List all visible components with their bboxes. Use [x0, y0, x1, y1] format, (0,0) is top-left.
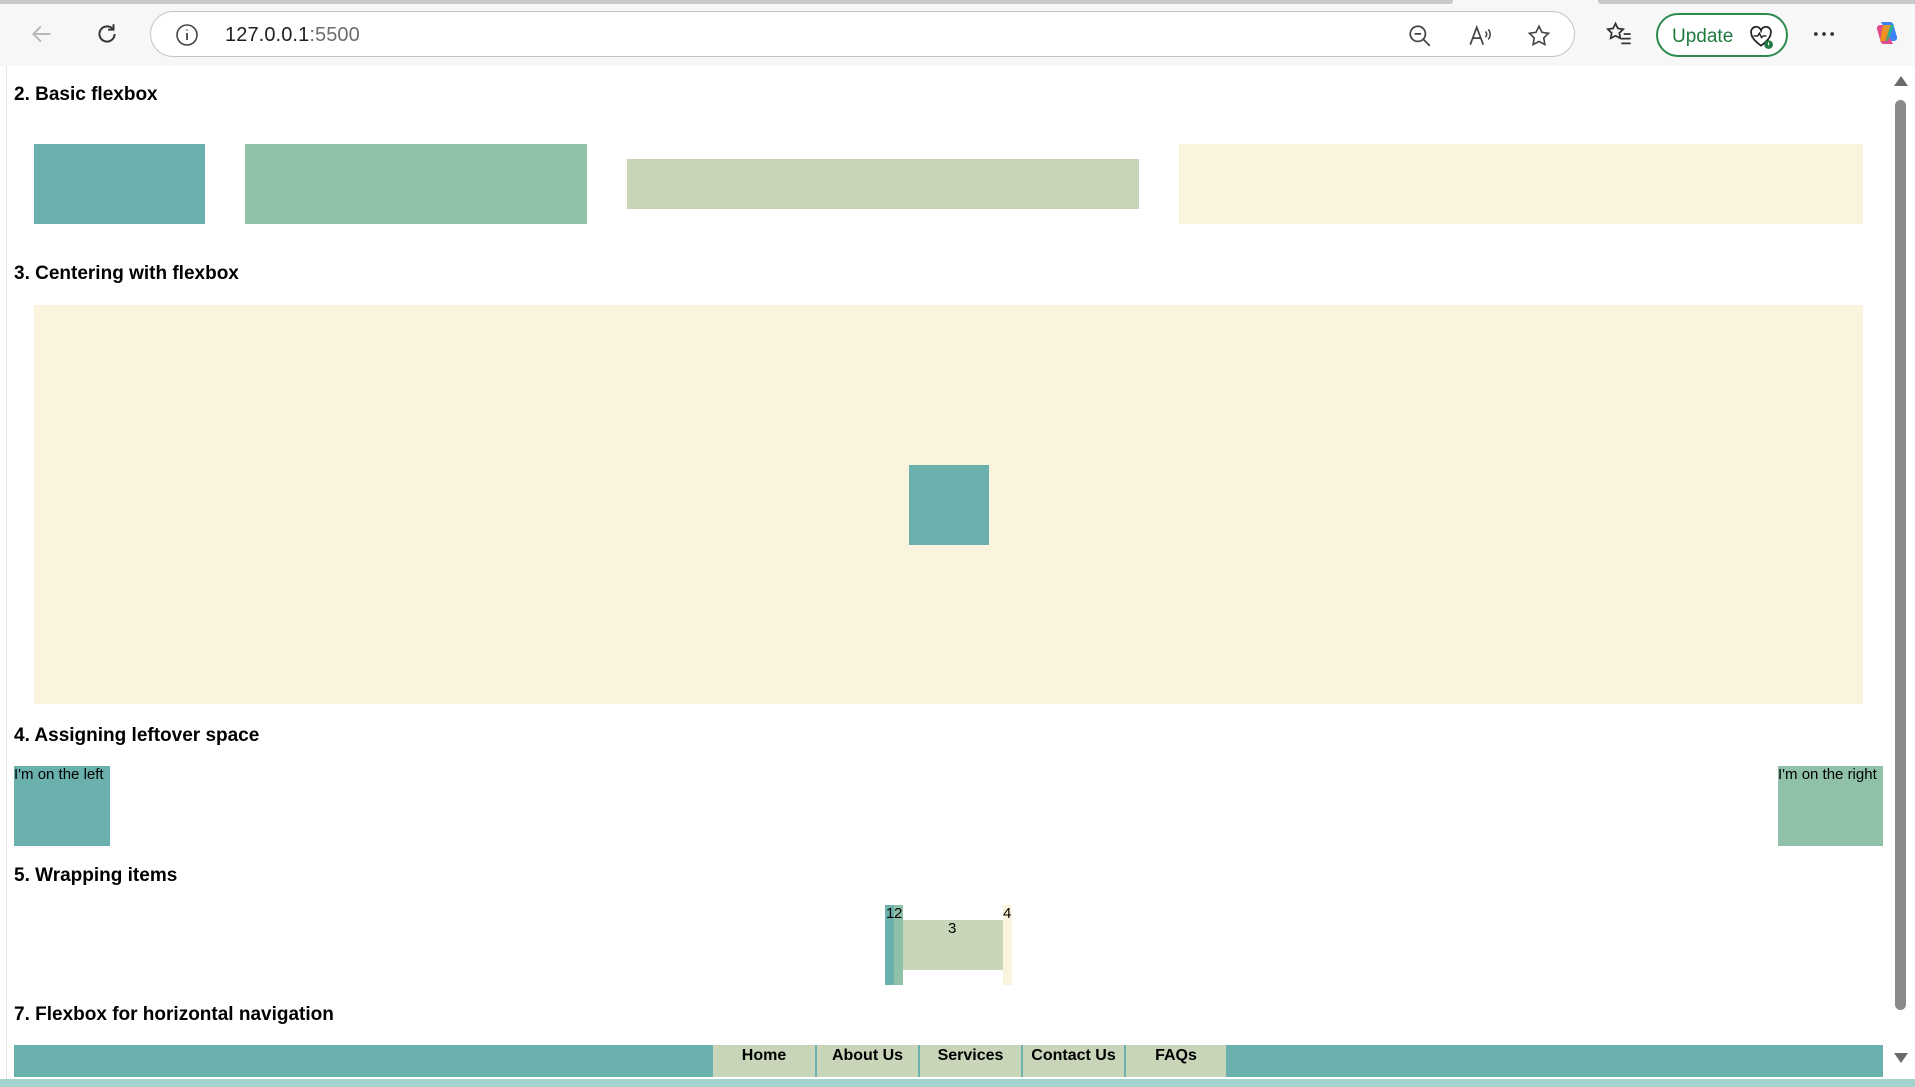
wrap-item-2: 2: [894, 905, 903, 985]
scroll-thumb[interactable]: [1895, 100, 1906, 1010]
horizontal-nav: Home About Us Services Contact Us FAQs: [14, 1045, 1883, 1077]
right-item: I'm on the right: [1778, 766, 1883, 846]
nav-item-about[interactable]: About Us: [815, 1045, 918, 1077]
arrow-left-icon: [31, 25, 51, 43]
nav-item-contact[interactable]: Contact Us: [1021, 1045, 1124, 1077]
scroll-up-arrow-icon[interactable]: [1894, 76, 1908, 86]
tab-strip-right: [1598, 0, 1915, 4]
refresh-icon: [98, 24, 116, 43]
wrap-item-3-label: 3: [948, 920, 957, 937]
left-item-label: I'm on the left: [14, 766, 104, 783]
section-title-leftover: 4. Assigning leftover space: [14, 725, 260, 746]
flex-item-1: [34, 144, 205, 224]
update-button[interactable]: Update: [1656, 13, 1788, 57]
centering-container: [34, 305, 1863, 704]
wrap-item-1: 1: [885, 905, 894, 985]
left-item: I'm on the left: [14, 766, 110, 846]
browser-toolbar: 127.0.0.1:5500 Update: [0, 0, 1915, 66]
zoom-out-icon[interactable]: [1407, 23, 1433, 49]
right-item-label: I'm on the right: [1778, 766, 1877, 783]
more-options-icon[interactable]: [1810, 20, 1838, 48]
flex-item-2: [245, 144, 587, 224]
vertical-scrollbar[interactable]: [1886, 66, 1915, 1079]
nav-item-contact-label: Contact Us: [1031, 1047, 1116, 1064]
flex-item-4: [1179, 144, 1863, 224]
favorites-icon[interactable]: [1605, 20, 1633, 48]
wrap-item-4-label: 4: [1003, 905, 1012, 922]
scroll-down-arrow-icon[interactable]: [1894, 1053, 1908, 1063]
refresh-button[interactable]: [89, 16, 125, 52]
wrap-item-3: 3: [903, 920, 1003, 970]
info-icon[interactable]: [175, 23, 199, 47]
section-title-wrapping: 5. Wrapping items: [14, 865, 178, 886]
nav-item-services[interactable]: Services: [918, 1045, 1021, 1077]
nav-item-services-label: Services: [937, 1047, 1004, 1064]
url-text[interactable]: 127.0.0.1:5500: [225, 24, 360, 47]
nav-item-home-label: Home: [741, 1047, 787, 1064]
address-bar[interactable]: 127.0.0.1:5500: [150, 11, 1575, 57]
wrap-item-4: 4: [1003, 905, 1012, 985]
flex-item-3: [627, 159, 1139, 209]
update-label: Update: [1672, 26, 1734, 47]
section-title-navigation: 7. Flexbox for horizontal navigation: [14, 1004, 334, 1025]
nav-item-about-label: About Us: [831, 1047, 904, 1064]
wrap-item-2-label: 2: [894, 905, 903, 922]
url-port: :5500: [309, 24, 360, 46]
nav-item-faqs-label: FAQs: [1155, 1047, 1197, 1064]
centered-box: [909, 465, 989, 545]
nav-item-home[interactable]: Home: [713, 1045, 815, 1077]
read-aloud-icon[interactable]: [1467, 23, 1493, 49]
section-title-basic: 2. Basic flexbox: [14, 84, 158, 105]
star-icon[interactable]: [1526, 23, 1552, 49]
back-button[interactable]: [24, 16, 60, 52]
copilot-icon[interactable]: [1871, 17, 1903, 49]
health-heart-icon: [1750, 25, 1773, 49]
section-title-centering: 3. Centering with flexbox: [14, 263, 239, 284]
tab-strip: [0, 0, 1453, 4]
url-host: 127.0.0.1: [225, 24, 310, 46]
bottom-edge: [0, 1079, 1915, 1087]
nav-item-faqs[interactable]: FAQs: [1124, 1045, 1226, 1077]
